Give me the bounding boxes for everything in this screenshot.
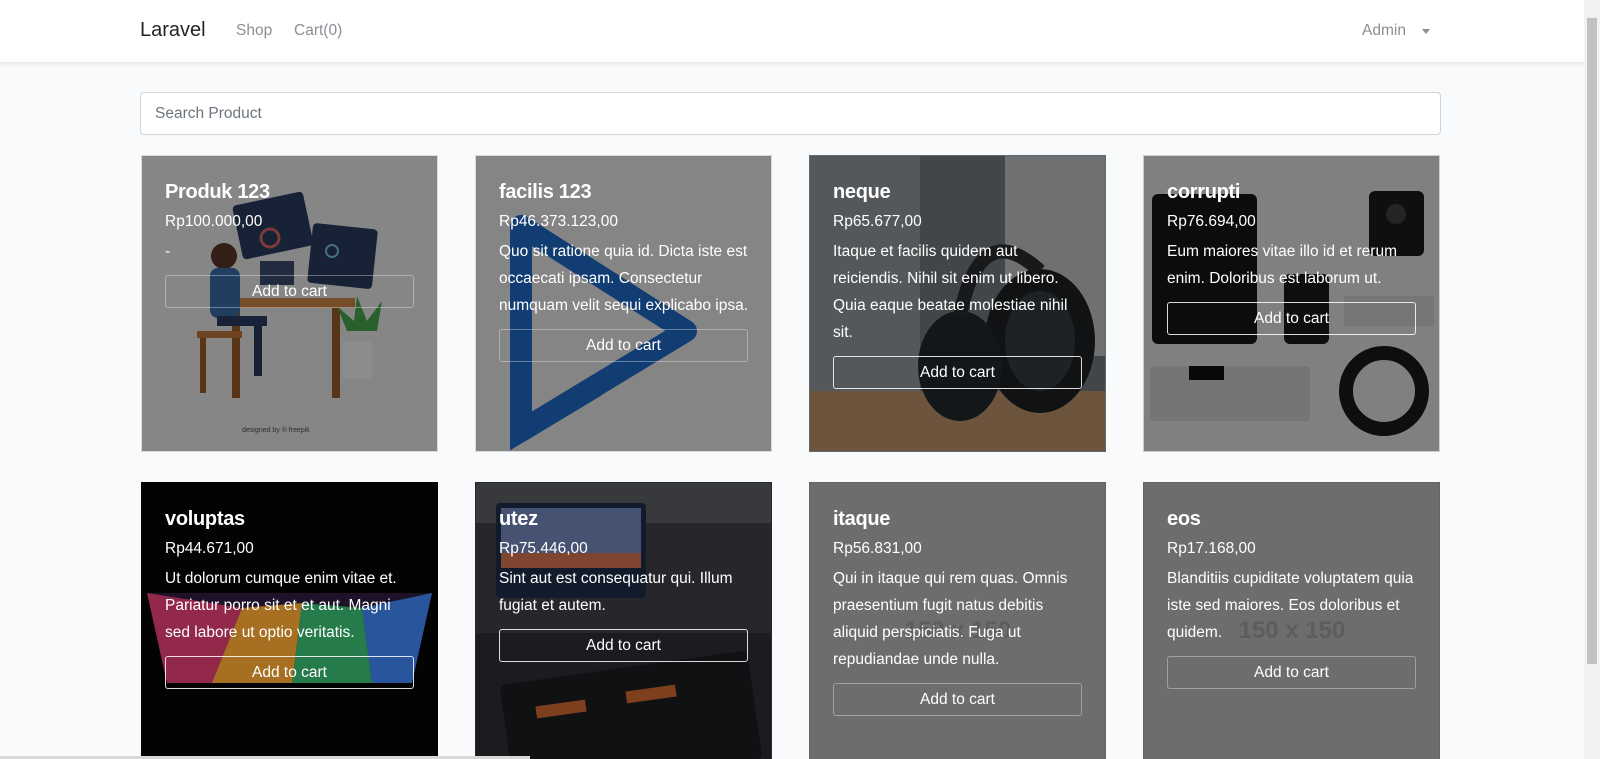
navbar: Laravel Shop Cart(0) Admin	[0, 0, 1584, 63]
product-description: Qui in itaque qui rem quas. Omnis praese…	[833, 570, 1068, 668]
caret-down-icon[interactable]	[1422, 29, 1430, 34]
product-description: Itaque et facilis quidem aut reiciendis.…	[833, 243, 1068, 341]
add-to-cart-button[interactable]: Add to cart	[833, 683, 1082, 716]
card-body: corrupti Rp76.694,00 Eum maiores vitae i…	[1167, 180, 1419, 335]
search-input[interactable]	[140, 92, 1441, 135]
product-description: Ut dolorum cumque enim vitae et. Pariatu…	[165, 570, 397, 641]
product-price: Rp100.000,00	[165, 213, 263, 230]
product-title: voluptas	[165, 508, 245, 530]
add-to-cart-button[interactable]: Add to cart	[165, 275, 414, 308]
product-title: Produk 123	[165, 181, 270, 203]
product-title: facilis 123	[499, 181, 592, 203]
user-menu-toggle[interactable]: Admin	[1362, 22, 1406, 40]
brand-logo[interactable]: Laravel	[140, 19, 206, 42]
card-body: voluptas Rp44.671,00 Ut dolorum cumque e…	[165, 507, 417, 689]
product-price: Rp44.671,00	[165, 540, 254, 557]
add-to-cart-button[interactable]: Add to cart	[1167, 656, 1416, 689]
scrollbar-thumb[interactable]	[1587, 18, 1597, 664]
add-to-cart-button[interactable]: Add to cart	[165, 656, 414, 689]
card-body: eos Rp17.168,00 Blanditiis cupiditate vo…	[1167, 507, 1419, 689]
product-description: Eum maiores vitae illo id et rerum enim.…	[1167, 243, 1397, 287]
product-title: corrupti	[1167, 181, 1241, 203]
product-price: Rp75.446,00	[499, 540, 588, 557]
card-body: utez Rp75.446,00 Sint aut est consequatu…	[499, 507, 751, 662]
product-card: designed by ® freepik Produk 123 Rp100.0…	[141, 155, 438, 452]
add-to-cart-button[interactable]: Add to cart	[499, 329, 748, 362]
product-card: voluptas Rp44.671,00 Ut dolorum cumque e…	[141, 482, 438, 759]
card-body: neque Rp65.677,00 Itaque et facilis quid…	[833, 180, 1085, 389]
nav-link-cart[interactable]: Cart(0)	[294, 22, 342, 40]
product-price: Rp56.831,00	[833, 540, 922, 557]
product-description: Quo sit ratione quia id. Dicta iste est …	[499, 243, 748, 314]
product-description: Blanditiis cupiditate voluptatem quia is…	[1167, 570, 1414, 641]
product-card: utez Rp75.446,00 Sint aut est consequatu…	[475, 482, 772, 759]
product-price: Rp17.168,00	[1167, 540, 1256, 557]
product-card: 150 x 150 itaque Rp56.831,00 Qui in itaq…	[809, 482, 1106, 759]
product-card: corrupti Rp76.694,00 Eum maiores vitae i…	[1143, 155, 1440, 452]
add-to-cart-button[interactable]: Add to cart	[1167, 302, 1416, 335]
product-title: eos	[1167, 508, 1201, 530]
product-card: 150 x 150 eos Rp17.168,00 Blanditiis cup…	[1143, 482, 1440, 759]
product-title: itaque	[833, 508, 891, 530]
card-body: Produk 123 Rp100.000,00 - Add to cart	[165, 180, 417, 308]
card-body: facilis 123 Rp46.373.123,00 Quo sit rati…	[499, 180, 751, 362]
product-price: Rp76.694,00	[1167, 213, 1256, 230]
product-description: -	[165, 243, 171, 260]
product-title: utez	[499, 508, 538, 530]
product-title: neque	[833, 181, 891, 203]
product-card: neque Rp65.677,00 Itaque et facilis quid…	[809, 155, 1106, 452]
product-price: Rp65.677,00	[833, 213, 922, 230]
card-body: itaque Rp56.831,00 Qui in itaque qui rem…	[833, 507, 1085, 716]
vertical-scrollbar[interactable]	[1584, 0, 1600, 759]
product-description: Sint aut est consequatur qui. Illum fugi…	[499, 570, 733, 614]
nav-link-shop[interactable]: Shop	[236, 22, 272, 40]
product-card: facilis 123 Rp46.373.123,00 Quo sit rati…	[475, 155, 772, 452]
add-to-cart-button[interactable]: Add to cart	[499, 629, 748, 662]
product-price: Rp46.373.123,00	[499, 213, 618, 230]
add-to-cart-button[interactable]: Add to cart	[833, 356, 1082, 389]
